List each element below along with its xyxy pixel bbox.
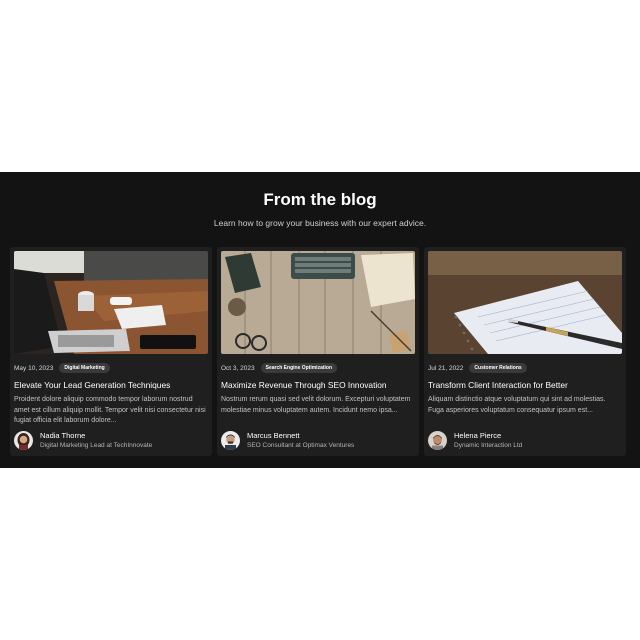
author-role: Dynamic Interaction Ltd bbox=[454, 442, 523, 449]
post-image-laptop-desk[interactable] bbox=[14, 251, 208, 354]
post-image-typewriter-desk[interactable] bbox=[221, 251, 415, 354]
post-date: May 10, 2023 bbox=[14, 364, 54, 372]
author-role: SEO Consultant at Optimax Ventures bbox=[247, 442, 355, 449]
post-title[interactable]: Maximize Revenue Through SEO Innovation bbox=[221, 380, 415, 390]
category-tag[interactable]: Search Engine Optimization bbox=[260, 363, 338, 373]
blog-card-2[interactable]: Oct 3, 2023 Search Engine Optimization M… bbox=[217, 247, 419, 456]
post-meta: Oct 3, 2023 Search Engine Optimization bbox=[221, 362, 338, 374]
author-name: Marcus Bennett bbox=[247, 431, 300, 440]
author-role: Digital Marketing Lead at TechInnovate bbox=[40, 442, 153, 449]
author-name: Helena Pierce bbox=[454, 431, 502, 440]
post-excerpt: Aliquam distinctio atque voluptatum qui … bbox=[428, 396, 606, 414]
blog-card-3[interactable]: Jul 21, 2022 Customer Relations Transfor… bbox=[424, 247, 626, 456]
author-name: Nadia Thorne bbox=[40, 431, 86, 440]
post-excerpt: Proident dolore aliquip commodo tempor l… bbox=[14, 396, 206, 424]
post-image-notebook-pen[interactable] bbox=[428, 251, 622, 354]
author-avatar bbox=[428, 431, 447, 450]
author-avatar bbox=[221, 431, 240, 450]
blog-card-1[interactable]: May 10, 2023 Digital Marketing Elevate Y… bbox=[10, 247, 212, 456]
post-title[interactable]: Elevate Your Lead Generation Techniques bbox=[14, 380, 208, 390]
author-avatar bbox=[14, 431, 33, 450]
post-meta: May 10, 2023 Digital Marketing bbox=[14, 362, 110, 374]
blog-section: From the blog Learn how to grow your bus… bbox=[0, 172, 640, 468]
post-meta: Jul 21, 2022 Customer Relations bbox=[428, 362, 527, 374]
category-tag[interactable]: Customer Relations bbox=[469, 363, 527, 373]
post-excerpt: Nostrum rerum quasi sed velit dolorum. E… bbox=[221, 396, 411, 414]
post-title[interactable]: Transform Client Interaction for Better bbox=[428, 380, 622, 390]
post-date: Jul 21, 2022 bbox=[428, 364, 464, 372]
section-title: From the blog bbox=[263, 190, 377, 209]
post-date: Oct 3, 2023 bbox=[221, 364, 255, 372]
section-subtitle: Learn how to grow your business with our… bbox=[213, 218, 427, 228]
category-tag[interactable]: Digital Marketing bbox=[59, 363, 110, 373]
